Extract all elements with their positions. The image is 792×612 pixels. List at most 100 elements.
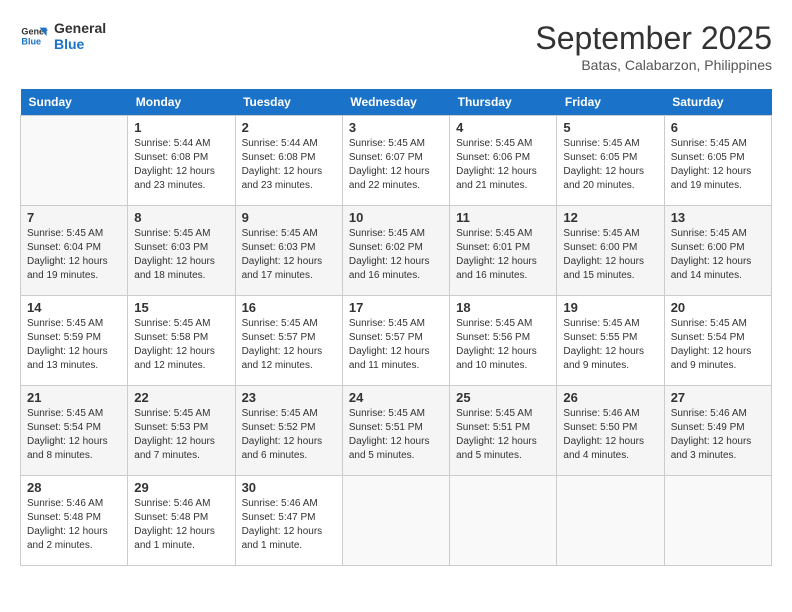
calendar-cell (21, 116, 128, 206)
day-number: 1 (134, 120, 228, 135)
logo-icon: General Blue (20, 22, 48, 50)
calendar-cell: 12Sunrise: 5:45 AM Sunset: 6:00 PM Dayli… (557, 206, 664, 296)
day-info: Sunrise: 5:45 AM Sunset: 5:57 PM Dayligh… (349, 317, 443, 373)
day-info: Sunrise: 5:45 AM Sunset: 5:59 PM Dayligh… (27, 317, 121, 373)
header: General Blue General Blue September 2025… (20, 20, 772, 73)
calendar-cell: 3 Sunrise: 5:45 AM Sunset: 6:07 PM Daylig… (342, 116, 449, 206)
day-info: Sunrise: 5:45 AM Sunset: 5:53 PM Dayligh… (134, 407, 228, 463)
calendar-cell: 29Sunrise: 5:46 AM Sunset: 5:48 PM Dayli… (128, 476, 235, 566)
day-number: 16 (242, 300, 336, 315)
day-info: Sunrise: 5:45 AM Sunset: 5:57 PM Dayligh… (242, 317, 336, 373)
day-number: 12 (563, 210, 657, 225)
calendar-cell: 19Sunrise: 5:45 AM Sunset: 5:55 PM Dayli… (557, 296, 664, 386)
calendar-cell: 17 Sunrise: 5:45 AM Sunset: 5:57 PM Dayli… (342, 296, 449, 386)
day-info: Sunrise: 5:45 AM Sunset: 6:04 PM Dayligh… (27, 227, 121, 283)
day-info: Sunrise: 5:45 AM Sunset: 6:05 PM Dayligh… (671, 137, 765, 193)
day-info: Sunrise: 5:45 AM Sunset: 6:02 PM Dayligh… (349, 227, 443, 283)
day-number: 24 (349, 390, 443, 405)
calendar-cell: 16 Sunrise: 5:45 AM Sunset: 5:57 PM Dayli… (235, 296, 342, 386)
day-info: Sunrise: 5:45 AM Sunset: 6:05 PM Dayligh… (563, 137, 657, 193)
day-number: 9 (242, 210, 336, 225)
day-number: 17 (349, 300, 443, 315)
calendar-cell: 13Sunrise: 5:45 AM Sunset: 6:00 PM Dayli… (664, 206, 771, 296)
day-number: 5 (563, 120, 657, 135)
day-number: 20 (671, 300, 765, 315)
day-header-friday: Friday (557, 89, 664, 116)
calendar-cell (664, 476, 771, 566)
calendar-cell: 4 Sunrise: 5:45 AM Sunset: 6:06 PM Daylig… (450, 116, 557, 206)
day-info: Sunrise: 5:45 AM Sunset: 5:54 PM Dayligh… (27, 407, 121, 463)
calendar-cell: 27 Sunrise: 5:46 AM Sunset: 5:49 PM Dayli… (664, 386, 771, 476)
calendar-cell: 30 Sunrise: 5:46 AM Sunset: 5:47 PM Dayli… (235, 476, 342, 566)
day-info: Sunrise: 5:46 AM Sunset: 5:48 PM Dayligh… (134, 497, 228, 553)
day-info: Sunrise: 5:45 AM Sunset: 5:51 PM Dayligh… (349, 407, 443, 463)
day-number: 14 (27, 300, 121, 315)
logo-line2: Blue (54, 36, 106, 52)
day-number: 6 (671, 120, 765, 135)
calendar-cell: 5 Sunrise: 5:45 AM Sunset: 6:05 PM Daylig… (557, 116, 664, 206)
day-number: 25 (456, 390, 550, 405)
calendar-cell: 10 Sunrise: 5:45 AM Sunset: 6:02 PM Dayli… (342, 206, 449, 296)
calendar-cell: 7 Sunrise: 5:45 AM Sunset: 6:04 PM Daylig… (21, 206, 128, 296)
day-info: Sunrise: 5:45 AM Sunset: 5:54 PM Dayligh… (671, 317, 765, 373)
day-info: Sunrise: 5:45 AM Sunset: 5:51 PM Dayligh… (456, 407, 550, 463)
calendar-cell: 15 Sunrise: 5:45 AM Sunset: 5:58 PM Dayli… (128, 296, 235, 386)
calendar-cell (557, 476, 664, 566)
day-header-monday: Monday (128, 89, 235, 116)
day-info: Sunrise: 5:45 AM Sunset: 6:03 PM Dayligh… (134, 227, 228, 283)
day-number: 26 (563, 390, 657, 405)
day-info: Sunrise: 5:46 AM Sunset: 5:50 PM Dayligh… (563, 407, 657, 463)
day-info: Sunrise: 5:45 AM Sunset: 6:01 PM Dayligh… (456, 227, 550, 283)
day-info: Sunrise: 5:45 AM Sunset: 5:52 PM Dayligh… (242, 407, 336, 463)
day-header-thursday: Thursday (450, 89, 557, 116)
calendar-cell: 23 Sunrise: 5:45 AM Sunset: 5:52 PM Dayli… (235, 386, 342, 476)
svg-text:Blue: Blue (21, 36, 41, 46)
calendar-cell: 2Sunrise: 5:44 AM Sunset: 6:08 PM Daylig… (235, 116, 342, 206)
day-header-tuesday: Tuesday (235, 89, 342, 116)
calendar-cell: 20 Sunrise: 5:45 AM Sunset: 5:54 PM Dayli… (664, 296, 771, 386)
calendar-cell: 24 Sunrise: 5:45 AM Sunset: 5:51 PM Dayli… (342, 386, 449, 476)
day-number: 18 (456, 300, 550, 315)
calendar-cell: 8Sunrise: 5:45 AM Sunset: 6:03 PM Daylig… (128, 206, 235, 296)
day-number: 23 (242, 390, 336, 405)
calendar-cell: 6 Sunrise: 5:45 AM Sunset: 6:05 PM Daylig… (664, 116, 771, 206)
day-header-wednesday: Wednesday (342, 89, 449, 116)
calendar-cell: 21 Sunrise: 5:45 AM Sunset: 5:54 PM Dayli… (21, 386, 128, 476)
calendar-header: SundayMondayTuesdayWednesdayThursdayFrid… (21, 89, 772, 116)
day-number: 28 (27, 480, 121, 495)
calendar-cell (450, 476, 557, 566)
day-number: 15 (134, 300, 228, 315)
day-number: 4 (456, 120, 550, 135)
day-header-saturday: Saturday (664, 89, 771, 116)
logo-line1: General (54, 20, 106, 36)
day-info: Sunrise: 5:45 AM Sunset: 6:06 PM Dayligh… (456, 137, 550, 193)
calendar-cell: 14 Sunrise: 5:45 AM Sunset: 5:59 PM Dayli… (21, 296, 128, 386)
calendar-cell: 11Sunrise: 5:45 AM Sunset: 6:01 PM Dayli… (450, 206, 557, 296)
title-area: September 2025 Batas, Calabarzon, Philip… (535, 20, 772, 73)
day-info: Sunrise: 5:45 AM Sunset: 5:55 PM Dayligh… (563, 317, 657, 373)
calendar-table: SundayMondayTuesdayWednesdayThursdayFrid… (20, 89, 772, 566)
day-header-sunday: Sunday (21, 89, 128, 116)
calendar-cell: 1 Sunrise: 5:44 AM Sunset: 6:08 PM Daylig… (128, 116, 235, 206)
day-info: Sunrise: 5:46 AM Sunset: 5:47 PM Dayligh… (242, 497, 336, 553)
day-number: 22 (134, 390, 228, 405)
location-subtitle: Batas, Calabarzon, Philippines (535, 57, 772, 73)
calendar-cell: 26 Sunrise: 5:46 AM Sunset: 5:50 PM Dayli… (557, 386, 664, 476)
day-info: Sunrise: 5:45 AM Sunset: 5:58 PM Dayligh… (134, 317, 228, 373)
day-info: Sunrise: 5:45 AM Sunset: 6:00 PM Dayligh… (671, 227, 765, 283)
day-info: Sunrise: 5:44 AM Sunset: 6:08 PM Dayligh… (134, 137, 228, 193)
month-title: September 2025 (535, 20, 772, 57)
day-number: 7 (27, 210, 121, 225)
day-info: Sunrise: 5:46 AM Sunset: 5:49 PM Dayligh… (671, 407, 765, 463)
day-number: 10 (349, 210, 443, 225)
day-number: 3 (349, 120, 443, 135)
day-info: Sunrise: 5:45 AM Sunset: 6:07 PM Dayligh… (349, 137, 443, 193)
day-info: Sunrise: 5:46 AM Sunset: 5:48 PM Dayligh… (27, 497, 121, 553)
day-number: 27 (671, 390, 765, 405)
day-number: 30 (242, 480, 336, 495)
day-info: Sunrise: 5:44 AM Sunset: 6:08 PM Dayligh… (242, 137, 336, 193)
day-number: 21 (27, 390, 121, 405)
calendar-cell: 28 Sunrise: 5:46 AM Sunset: 5:48 PM Dayli… (21, 476, 128, 566)
calendar-cell: 22 Sunrise: 5:45 AM Sunset: 5:53 PM Dayli… (128, 386, 235, 476)
calendar-cell (342, 476, 449, 566)
